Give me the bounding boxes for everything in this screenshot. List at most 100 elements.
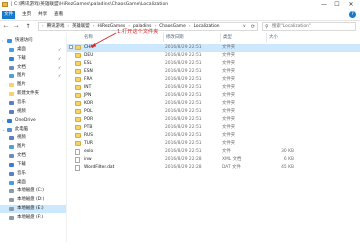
document-icon bbox=[9, 154, 14, 159]
file-row[interactable]: TUR 2016/8/29 22:51 文件夹 bbox=[67, 140, 360, 148]
file-row[interactable]: CHN 2016/8/29 22:51 文件夹 bbox=[67, 44, 360, 52]
nav-item[interactable]: › 快速访问 bbox=[0, 37, 66, 45]
nav-item-label: 视频 bbox=[17, 135, 26, 141]
pin-icon[interactable]: ✓ bbox=[58, 64, 62, 72]
nav-item-label: 图片 bbox=[17, 73, 26, 79]
file-row[interactable]: exlo 2016/8/29 22:51 文件 30 KB bbox=[67, 148, 360, 156]
file-row[interactable]: inw 2016/8/29 22:28 XML 文档 6 KB bbox=[67, 156, 360, 164]
nav-item[interactable]: 本地磁盘 (D:) bbox=[0, 196, 66, 204]
column-header-type[interactable]: 类型 bbox=[220, 33, 232, 42]
pin-icon[interactable]: ✓ bbox=[58, 46, 62, 54]
tab-share[interactable]: 共享 bbox=[36, 11, 49, 19]
video-icon bbox=[9, 136, 14, 141]
nav-item-label: 音乐 bbox=[17, 99, 26, 105]
nav-item[interactable]: 下载 ✓ bbox=[0, 55, 66, 63]
maximize-button[interactable]: ☐ bbox=[331, 0, 343, 10]
music-icon bbox=[9, 171, 14, 176]
tab-file[interactable]: 文件 bbox=[2, 11, 16, 19]
nav-item[interactable]: 下载 bbox=[0, 161, 66, 169]
file-date: 2016/8/29 22:28 bbox=[165, 165, 202, 170]
nav-item-label: 下载 bbox=[17, 55, 26, 61]
breadcrumb-item[interactable]: 腾讯游戏 bbox=[47, 24, 65, 29]
breadcrumb-item[interactable]: 英雄联盟 bbox=[72, 24, 90, 29]
minimize-button[interactable]: — bbox=[318, 0, 330, 10]
nav-item[interactable]: 文档 bbox=[0, 152, 66, 160]
document-icon bbox=[9, 65, 14, 70]
file-row[interactable]: KOR 2016/8/29 22:51 文件夹 bbox=[67, 100, 360, 108]
forward-button[interactable]: → bbox=[12, 23, 20, 31]
nav-item[interactable]: 图片 bbox=[0, 143, 66, 151]
up-button[interactable]: ↑ bbox=[24, 23, 32, 31]
picture-icon bbox=[9, 74, 14, 79]
nav-item[interactable]: 桌面 bbox=[0, 179, 66, 187]
breadcrumb-item[interactable]: Localization bbox=[194, 24, 220, 29]
folder-icon bbox=[75, 93, 81, 98]
file-name: RUS bbox=[84, 133, 94, 138]
tab-view[interactable]: 查看 bbox=[52, 11, 65, 19]
file-row[interactable]: WordFilter.dat 2016/8/29 22:28 DAT 文件 45 KB bbox=[67, 164, 360, 172]
nav-item[interactable]: 图片 bbox=[0, 81, 66, 89]
file-type: 文件夹 bbox=[222, 45, 236, 50]
file-name: TUR bbox=[84, 141, 93, 146]
file-name: POR bbox=[84, 117, 94, 122]
tab-home[interactable]: 主页 bbox=[20, 11, 33, 19]
download-icon bbox=[9, 56, 14, 61]
file-row[interactable]: INT 2016/8/29 22:51 文件夹 bbox=[67, 84, 360, 92]
pin-icon[interactable]: ✓ bbox=[58, 72, 62, 80]
row-checkbox[interactable] bbox=[69, 45, 73, 49]
nav-item[interactable]: 文档 ✓ bbox=[0, 64, 66, 72]
nav-item-label: OneDrive bbox=[15, 117, 36, 123]
breadcrumb-item[interactable]: ChaosGame bbox=[159, 24, 186, 29]
file-row[interactable]: DEU 2016/8/29 22:51 文件夹 bbox=[67, 52, 360, 60]
column-header-date[interactable]: 修改日期 bbox=[163, 33, 184, 42]
file-row[interactable]: JPN 2016/8/29 22:51 文件夹 bbox=[67, 92, 360, 100]
file-row[interactable]: ESN 2016/8/29 22:51 文件夹 bbox=[67, 68, 360, 76]
file-type: DAT 文件 bbox=[222, 165, 241, 170]
file-row[interactable]: RUS 2016/8/29 22:51 文件夹 bbox=[67, 132, 360, 140]
expand-icon[interactable]: › bbox=[2, 117, 4, 125]
file-row[interactable]: FRA 2016/8/29 22:51 文件夹 bbox=[67, 76, 360, 84]
nav-item[interactable]: ⌄ 此电脑 bbox=[0, 126, 66, 134]
nav-item[interactable]: 音乐 bbox=[0, 170, 66, 178]
folder-icon bbox=[75, 117, 81, 122]
file-row[interactable]: PTB 2016/8/29 22:51 文件夹 bbox=[67, 124, 360, 132]
nav-item[interactable]: 音乐 bbox=[0, 99, 66, 107]
folder-icon bbox=[75, 125, 81, 130]
expand-icon[interactable]: ⌄ bbox=[2, 126, 5, 134]
pin-icon[interactable]: ✓ bbox=[58, 55, 62, 63]
nav-item[interactable]: 本地磁盘 (F:) bbox=[0, 214, 66, 222]
nav-item[interactable]: 桌面 ✓ bbox=[0, 46, 66, 54]
nav-item[interactable]: 视频 bbox=[0, 108, 66, 116]
nav-item[interactable]: 本地磁盘 (E:) bbox=[0, 205, 66, 214]
back-button[interactable]: ← bbox=[2, 23, 10, 31]
nav-item-label: 图片 bbox=[17, 144, 26, 150]
star-icon bbox=[7, 39, 12, 43]
nav-item[interactable]: 视频 bbox=[0, 134, 66, 142]
file-row[interactable]: POL 2016/8/29 22:51 文件夹 bbox=[67, 108, 360, 116]
close-button[interactable]: ✕ bbox=[345, 0, 357, 10]
refresh-icon[interactable]: ⟳ bbox=[251, 23, 255, 31]
folder-icon bbox=[75, 85, 81, 90]
nav-item[interactable]: 新建文件夹 bbox=[0, 90, 66, 98]
nav-item-label: 桌面 bbox=[17, 179, 26, 185]
nav-item[interactable]: 本地磁盘 (C:) bbox=[0, 187, 66, 195]
expand-icon[interactable]: › bbox=[2, 37, 4, 45]
nav-item-label: 音乐 bbox=[17, 170, 26, 176]
file-row[interactable]: ESL 2016/8/29 22:51 文件夹 bbox=[67, 60, 360, 68]
help-icon[interactable]: ? bbox=[349, 11, 356, 18]
search-input[interactable]: ⚲ 搜索"Localization" bbox=[262, 22, 356, 31]
file-date: 2016/8/29 22:51 bbox=[165, 85, 202, 90]
file-type: 文件夹 bbox=[222, 77, 236, 82]
chevron-down-icon[interactable]: ∨ bbox=[243, 23, 246, 31]
navigation-pane: › 快速访问 桌面 ✓ 下载 ✓ 文档 ✓ 图片 ✓ 图片 新建文件夹 音乐 视频 › OneDrive ⌄ 此电… bbox=[0, 33, 66, 242]
column-header-size[interactable]: 大小 bbox=[266, 33, 278, 42]
file-row[interactable]: POR 2016/8/29 22:51 文件夹 bbox=[67, 116, 360, 124]
file-type: 文件夹 bbox=[222, 93, 236, 98]
nav-item[interactable]: › OneDrive bbox=[0, 117, 66, 125]
nav-item-label: 本地磁盘 (F:) bbox=[17, 215, 44, 220]
computer-icon bbox=[7, 127, 12, 132]
file-name: inw bbox=[84, 157, 92, 162]
column-header-name[interactable]: 名称 bbox=[84, 33, 93, 42]
ribbon-tabs: 文件 主页 共享 查看 ? bbox=[0, 10, 360, 21]
nav-item[interactable]: 图片 ✓ bbox=[0, 72, 66, 80]
